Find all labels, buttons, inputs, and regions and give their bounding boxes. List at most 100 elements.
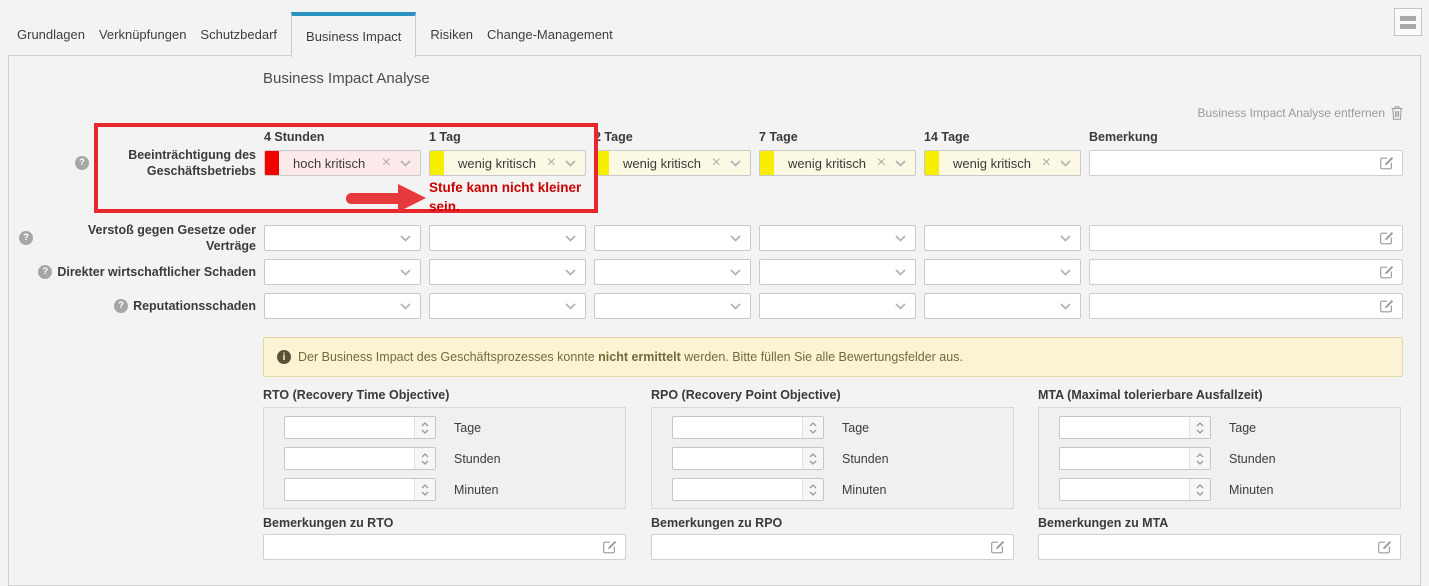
- selected-value: hoch kritisch: [279, 156, 382, 171]
- bia-select-2-tage[interactable]: [594, 225, 751, 251]
- edit-icon[interactable]: [990, 540, 1005, 555]
- chevron-down-icon[interactable]: [730, 269, 741, 276]
- chevron-down-icon[interactable]: [895, 303, 906, 310]
- tab-schutzbedarf[interactable]: Schutzbedarf: [200, 12, 277, 56]
- edit-icon[interactable]: [1379, 156, 1394, 171]
- tab-risiken[interactable]: Risiken: [430, 12, 473, 56]
- bia-select-2-tage[interactable]: wenig kritisch ×: [594, 150, 751, 176]
- window-list-button[interactable]: [1394, 8, 1422, 36]
- bia-select-1-tag[interactable]: [429, 293, 586, 319]
- chevron-down-icon[interactable]: [400, 303, 411, 310]
- matrix-header-row: 4 Stunden 1 Tag 2 Tage 7 Tage 14 Tage Be…: [19, 128, 1403, 144]
- chevron-down-icon[interactable]: [400, 269, 411, 276]
- bia-select-4-stunden[interactable]: [264, 293, 421, 319]
- edit-icon[interactable]: [1379, 265, 1394, 280]
- rpo-remark-input[interactable]: [652, 535, 1013, 559]
- clear-icon[interactable]: ×: [712, 155, 721, 171]
- edit-icon[interactable]: [1379, 299, 1394, 314]
- bia-select-4-stunden[interactable]: [264, 259, 421, 285]
- bemerkung-input[interactable]: [1090, 226, 1402, 250]
- chevron-down-icon[interactable]: [1060, 160, 1071, 167]
- bia-select-2-tage[interactable]: [594, 259, 751, 285]
- screen: Grundlagen Verknüpfungen Schutzbedarf Bu…: [0, 0, 1429, 586]
- bia-select-4-stunden[interactable]: hoch kritisch ×: [264, 150, 421, 176]
- chevron-down-icon[interactable]: [400, 160, 411, 167]
- bia-select-7-tage[interactable]: [759, 293, 916, 319]
- bemerkung-input[interactable]: [1090, 260, 1402, 284]
- bia-select-7-tage[interactable]: [759, 225, 916, 251]
- chevron-down-icon[interactable]: [895, 160, 906, 167]
- chevron-down-icon[interactable]: [400, 235, 411, 242]
- edit-icon[interactable]: [1379, 231, 1394, 246]
- spinner-arrows-icon[interactable]: [1189, 479, 1210, 500]
- chevron-down-icon[interactable]: [565, 303, 576, 310]
- bemerkung-input[interactable]: [1090, 151, 1402, 175]
- bia-select-7-tage[interactable]: wenig kritisch ×: [759, 150, 916, 176]
- mta-stunden-input[interactable]: [1060, 448, 1189, 469]
- mta-minuten-input[interactable]: [1060, 479, 1189, 500]
- spinner-arrows-icon[interactable]: [802, 479, 823, 500]
- clear-icon[interactable]: ×: [547, 155, 556, 171]
- bia-select-7-tage[interactable]: [759, 259, 916, 285]
- help-icon[interactable]: ?: [114, 299, 128, 313]
- bia-select-4-stunden[interactable]: [264, 225, 421, 251]
- chevron-down-icon[interactable]: [1060, 269, 1071, 276]
- clear-icon[interactable]: ×: [382, 155, 391, 171]
- bia-select-2-tage[interactable]: [594, 293, 751, 319]
- chevron-down-icon[interactable]: [895, 235, 906, 242]
- spinner-arrows-icon[interactable]: [1189, 448, 1210, 469]
- spinner-arrows-icon[interactable]: [414, 417, 435, 438]
- chevron-down-icon[interactable]: [565, 160, 576, 167]
- rpo-minuten-input[interactable]: [673, 479, 802, 500]
- rto-minuten-input[interactable]: [285, 479, 414, 500]
- mta-remark-input[interactable]: [1039, 535, 1400, 559]
- edit-icon[interactable]: [1377, 540, 1392, 555]
- help-icon[interactable]: ?: [75, 156, 89, 170]
- rto-stunden-input[interactable]: [285, 448, 414, 469]
- chevron-down-icon[interactable]: [730, 235, 741, 242]
- chevron-down-icon[interactable]: [565, 235, 576, 242]
- tab-grundlagen[interactable]: Grundlagen: [17, 12, 85, 56]
- chevron-down-icon[interactable]: [730, 160, 741, 167]
- bia-select-14-tage[interactable]: [924, 293, 1081, 319]
- bia-select-1-tag[interactable]: wenig kritisch ×: [429, 150, 586, 176]
- rpo-tage-input[interactable]: [673, 417, 802, 438]
- bia-select-14-tage[interactable]: wenig kritisch ×: [924, 150, 1081, 176]
- clear-icon[interactable]: ×: [877, 155, 886, 171]
- unit-label-stunden: Stunden: [454, 452, 501, 466]
- bia-select-1-tag[interactable]: [429, 259, 586, 285]
- bia-select-1-tag[interactable]: [429, 225, 586, 251]
- tab-business-impact[interactable]: Business Impact: [291, 12, 416, 57]
- bia-select-14-tage[interactable]: [924, 259, 1081, 285]
- help-icon[interactable]: ?: [19, 231, 33, 245]
- remove-bia-link[interactable]: Business Impact Analyse entfernen: [1198, 106, 1403, 120]
- tab-verknuepfungen[interactable]: Verknüpfungen: [99, 12, 186, 56]
- page-title: Business Impact Analyse: [263, 70, 430, 87]
- chevron-down-icon[interactable]: [1060, 303, 1071, 310]
- chevron-down-icon[interactable]: [565, 269, 576, 276]
- trash-icon[interactable]: [1391, 106, 1403, 120]
- rto-remark-input[interactable]: [264, 535, 625, 559]
- rpo-stunden-input[interactable]: [673, 448, 802, 469]
- help-icon[interactable]: ?: [38, 265, 52, 279]
- bemerkung-input[interactable]: [1090, 294, 1402, 318]
- spinner-arrows-icon[interactable]: [802, 448, 823, 469]
- chevron-down-icon[interactable]: [895, 269, 906, 276]
- level-color-swatch: [595, 151, 609, 175]
- spinner-arrows-icon[interactable]: [414, 448, 435, 469]
- clear-icon[interactable]: ×: [1042, 155, 1051, 171]
- edit-icon[interactable]: [602, 540, 617, 555]
- mta-minuten-stepper: [1059, 478, 1211, 501]
- spinner-arrows-icon[interactable]: [414, 479, 435, 500]
- spinner-arrows-icon[interactable]: [1189, 417, 1210, 438]
- rto-tage-input[interactable]: [285, 417, 414, 438]
- tab-change-management[interactable]: Change-Management: [487, 12, 613, 56]
- rto-remark-field: [263, 534, 626, 560]
- chevron-down-icon[interactable]: [730, 303, 741, 310]
- bia-select-14-tage[interactable]: [924, 225, 1081, 251]
- mta-tage-input[interactable]: [1060, 417, 1189, 438]
- chevron-down-icon[interactable]: [1060, 235, 1071, 242]
- spinner-arrows-icon[interactable]: [802, 417, 823, 438]
- annotation-arrow-icon: [398, 184, 426, 212]
- level-color-swatch: [925, 151, 939, 175]
